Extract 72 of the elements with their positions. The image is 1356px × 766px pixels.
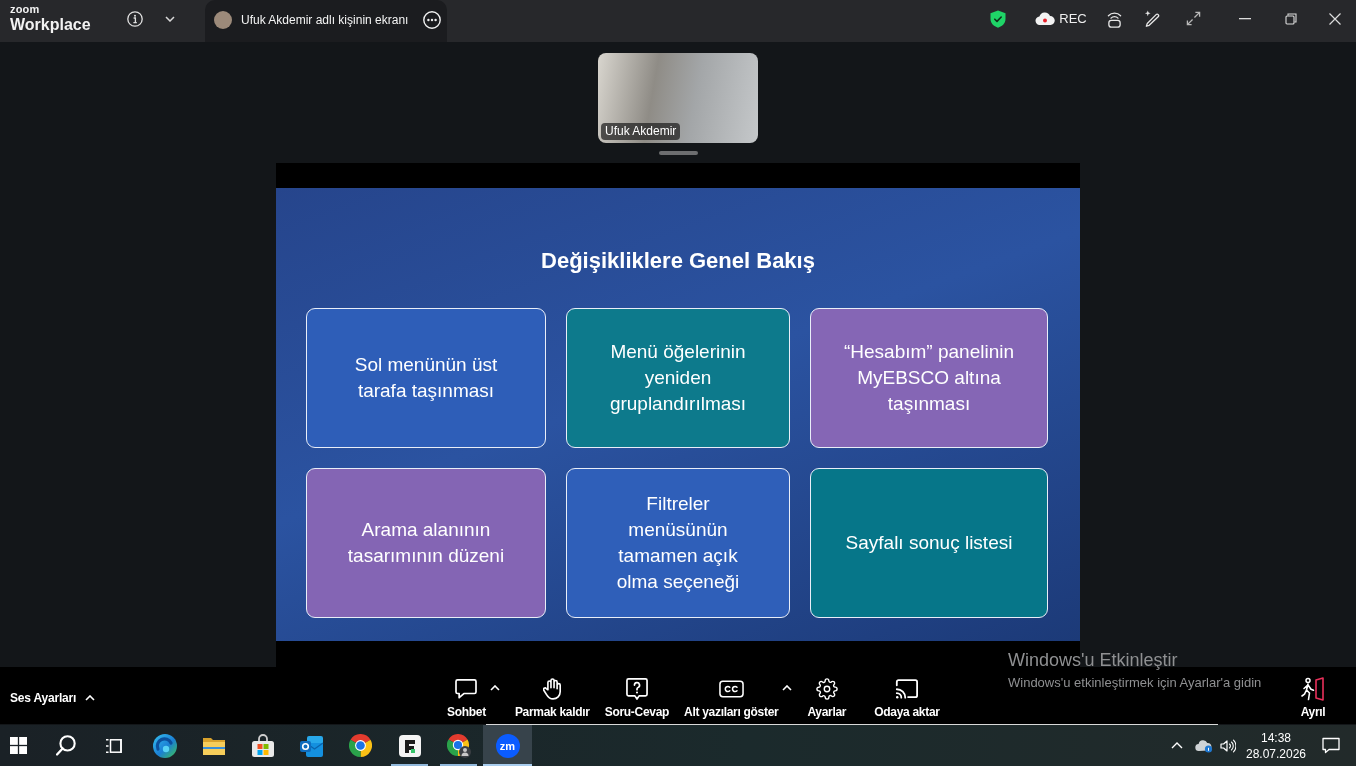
- audio-settings-button[interactable]: Ses Ayarları: [10, 691, 96, 705]
- toolbar-raise-hand-button[interactable]: Parmak kaldır: [514, 677, 590, 719]
- folder-icon: [201, 735, 226, 756]
- topic-card: Arama alanının tasarımının düzeni: [306, 468, 546, 618]
- chevron-down-icon: [165, 15, 175, 22]
- toolbar-captions-button[interactable]: Alt yazıları göster: [684, 677, 779, 719]
- task-view-icon: [105, 737, 123, 754]
- caret-up-icon: [489, 685, 500, 691]
- settings-icon: [815, 678, 838, 700]
- topic-card: Sol menünün üst tarafa taşınması: [306, 308, 546, 448]
- cast-screen-icon: [895, 679, 919, 699]
- volume-button[interactable]: [1220, 738, 1236, 753]
- toolbar-qa-button[interactable]: Soru-Cevap: [604, 677, 670, 719]
- topic-card: Sayfalı sonuç listesi: [810, 468, 1048, 618]
- caret-up-icon: [85, 695, 96, 701]
- tray-expand-button[interactable]: [1171, 742, 1183, 749]
- info-button[interactable]: [127, 10, 143, 27]
- more-button[interactable]: [423, 10, 441, 29]
- cc-icon: [718, 680, 744, 698]
- close-icon: [1329, 12, 1341, 25]
- shield-check-icon: [990, 9, 1006, 28]
- exit-door-icon: [1300, 677, 1326, 701]
- chat-bubble-icon: [455, 679, 478, 699]
- cloud-icon: [1195, 738, 1213, 753]
- drag-handle[interactable]: [658, 151, 698, 155]
- restore-icon: [1285, 12, 1297, 25]
- app-logo: zm: [495, 733, 520, 758]
- fullscreen-icon: [1185, 11, 1201, 26]
- pen-sparkle-icon: [1143, 10, 1161, 27]
- notifications-button[interactable]: [1322, 737, 1340, 754]
- search-icon: [55, 735, 77, 756]
- cloud-sync-button[interactable]: [1195, 738, 1213, 753]
- mail-app-icon: [299, 734, 324, 757]
- cloud-record-icon: [1035, 12, 1056, 25]
- record-button[interactable]: REC: [1026, 3, 1096, 34]
- caret-up-icon: [782, 685, 793, 691]
- leave-button[interactable]: Ayrıl: [1300, 677, 1326, 719]
- chrome-icon: [349, 734, 372, 757]
- shopping-bag-icon: [251, 734, 274, 757]
- chrome-profile-icon: [446, 733, 471, 758]
- topic-card: Filtreler menüsünün tamamen açık olma seçeneği: [566, 468, 790, 618]
- topic-card: Menü öğelerinin yeniden gruplandırılması: [566, 308, 790, 448]
- more-icon: [423, 10, 441, 29]
- question-bubble-icon: [625, 678, 648, 700]
- hand-icon: [543, 678, 562, 700]
- broadcast-icon: [1106, 9, 1122, 28]
- dropdown-button[interactable]: [165, 15, 175, 22]
- options-caret-button[interactable]: [489, 685, 500, 691]
- notification-icon: [1322, 737, 1340, 754]
- windows-logo-icon: [9, 737, 27, 754]
- speaker-icon: [1220, 738, 1236, 753]
- toolbar-settings-button[interactable]: Ayarlar: [807, 677, 847, 719]
- logo-wordmark: zoom: [10, 3, 41, 15]
- caret-up-icon: [1171, 742, 1183, 749]
- taskbar-app-button[interactable]: zm: [483, 725, 532, 766]
- product-name: Workplace: [10, 14, 91, 34]
- slide-title: Değişikliklere Genel Bakış: [541, 247, 815, 275]
- toolbar-chat-button[interactable]: Sohbet: [447, 677, 486, 719]
- participant-name: Ufuk Akdemir: [601, 123, 681, 140]
- browser-swirl-icon: [152, 733, 177, 758]
- activation-notice-title: Windows'u Etkinleştir: [1008, 649, 1179, 671]
- info-icon: [127, 10, 143, 27]
- minimize-icon: [1239, 17, 1251, 20]
- avatar-icon: [214, 10, 232, 29]
- topic-card: “Hesabım” panelinin MyEBSCO altına taşınması: [810, 308, 1048, 448]
- screen-share-tab[interactable]: Ufuk Akdemir adlı kişinin ekranı: [205, 0, 447, 42]
- activation-notice-message: Windows'u etkinleştirmek için Ayarlar'a gidin: [1008, 675, 1262, 691]
- toolbar-cast-button[interactable]: Odaya aktar: [874, 677, 940, 719]
- options-caret-button[interactable]: [782, 685, 793, 691]
- clock-date: 28.07.2026: [1245, 746, 1307, 762]
- app-tile-icon: [398, 734, 421, 757]
- clock-time: 14:38: [1261, 730, 1291, 746]
